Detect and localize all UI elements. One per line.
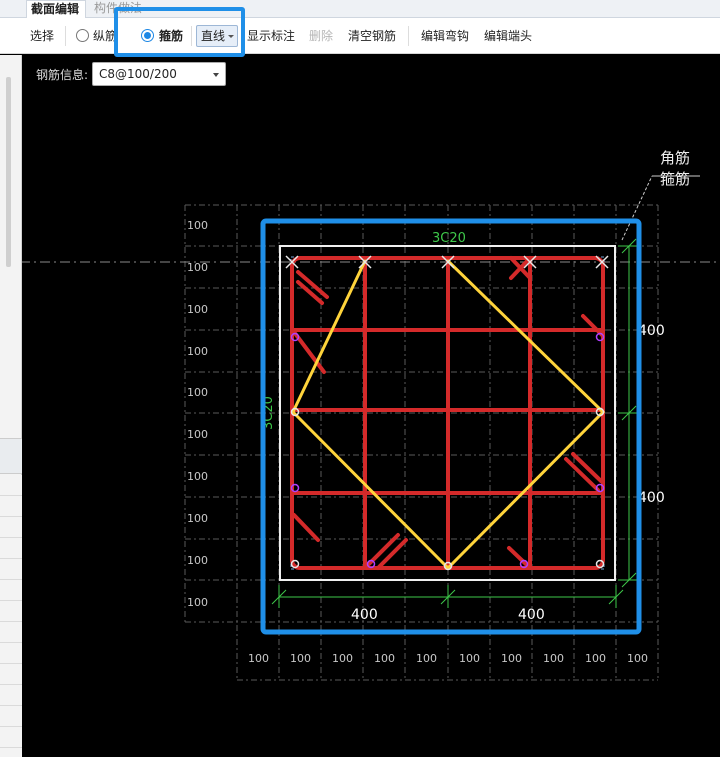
toolbar: 选择 纵筋 箍筋 直线 显示标注 删除 清空钢筋 编辑弯钩 编辑端头 [0,18,720,54]
callout-stirrup: 箍筋 [660,170,690,188]
dimension-bottom-left: 400 [351,607,378,623]
chevron-down-icon [213,73,219,77]
grid-label-bottom: 100 [290,652,311,665]
side-panel-list [0,475,22,757]
draw-mode-value: 直线 [201,29,226,43]
tab-strip: 截面编辑 构件做法 [0,0,720,18]
left-side-panel [0,55,22,757]
stirrup-radio-label[interactable]: 箍筋 [159,18,183,54]
selection-highlight [260,218,642,635]
grid-label-bottom: 100 [543,652,564,665]
grid-label-bottom: 100 [627,652,648,665]
grid-label-left: 100 [187,554,208,567]
side-panel-scrollbar[interactable] [6,77,11,267]
top-rebar-label: 3C20 [432,231,466,246]
grid-label-bottom: 100 [332,652,353,665]
rebar-info-label: 钢筋信息: [36,68,89,82]
tab-section-edit[interactable]: 截面编辑 [26,0,86,18]
longitudinal-radio[interactable] [76,29,89,42]
grid-labels-left: 100 100 100 100 100 100 100 100 100 100 [187,219,208,609]
rebar-info-value: C8@100/200 [99,67,177,81]
chevron-down-icon [228,35,234,38]
grid-label-left: 100 [187,386,208,399]
dimension-right-upper: 400 [638,323,665,339]
draw-mode-dropdown[interactable]: 直线 [196,25,238,47]
background-grid [184,204,659,681]
stirrup-lines[interactable] [290,256,605,570]
grid-label-bottom: 100 [248,652,269,665]
dimension-lines [271,238,640,608]
clear-rebar-button[interactable]: 清空钢筋 [348,18,396,54]
grid-label-left: 100 [187,596,208,609]
toolbar-separator [65,26,66,46]
grid-label-bottom: 100 [416,652,437,665]
grid-label-left: 100 [187,470,208,483]
dimension-bottom-right: 400 [518,607,545,623]
rebar-info-dropdown[interactable]: C8@100/200 [92,62,226,86]
longitudinal-radio-label[interactable]: 纵筋 [93,18,117,54]
callout-corner-rebar: 角筋 [660,149,690,167]
show-annotation-button[interactable]: 显示标注 [247,18,295,54]
grid-label-left: 100 [187,303,208,316]
grid-label-left: 100 [187,512,208,525]
grid-label-bottom: 100 [501,652,522,665]
select-button[interactable]: 选择 [30,18,54,54]
grid-label-bottom: 100 [459,652,480,665]
side-panel-header [0,438,22,474]
edit-end-button[interactable]: 编辑端头 [484,18,532,54]
toolbar-separator [408,26,409,46]
section-drawing-canvas[interactable]: 100 100 100 100 100 100 100 100 100 100 … [0,0,720,757]
grid-label-bottom: 100 [374,652,395,665]
grid-label-bottom: 100 [585,652,606,665]
grid-label-left: 100 [187,261,208,274]
grid-label-left: 100 [187,219,208,232]
stirrup-radio[interactable] [141,29,154,42]
dimension-right-lower: 400 [638,490,665,506]
toolbar-separator [191,26,192,46]
grid-label-left: 100 [187,428,208,441]
grid-label-left: 100 [187,345,208,358]
edit-hook-button[interactable]: 编辑弯钩 [421,18,469,54]
tab-component-method[interactable]: 构件做法 [90,0,150,18]
delete-button[interactable]: 删除 [309,18,333,54]
